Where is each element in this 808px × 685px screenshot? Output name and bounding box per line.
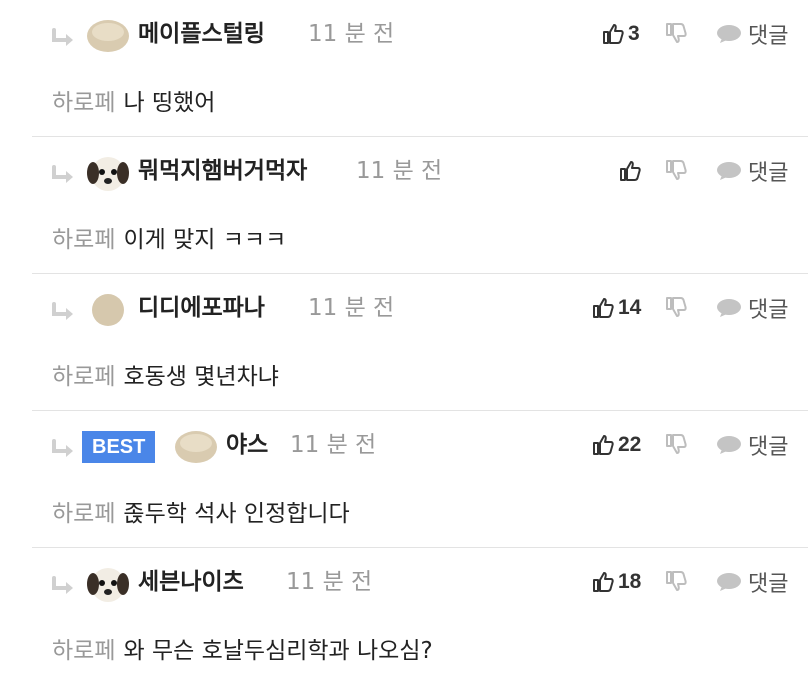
reply-button[interactable]: 댓글: [716, 16, 788, 52]
reply-button[interactable]: 댓글: [716, 290, 788, 326]
comment-text: 나 띵했어: [123, 90, 216, 116]
comment-header: 디디에포파나 11 분 전 14 댓글: [32, 274, 808, 344]
avatar[interactable]: [90, 290, 126, 330]
thumbs-up-icon: [593, 572, 614, 592]
comment-body: 하로페 이게 맞지 ㅋㅋㅋ: [52, 223, 286, 257]
thumbs-down-icon[interactable]: [665, 570, 687, 592]
avatar[interactable]: [86, 16, 130, 56]
thumbs-down-icon[interactable]: [665, 433, 687, 455]
thumbs-up-icon: [620, 161, 641, 181]
like-button[interactable]: 14: [592, 290, 641, 326]
comment-body: 하로페 졵두학 석사 인정합니다: [52, 497, 350, 531]
mention-writer[interactable]: 하로페: [52, 501, 115, 527]
thumbs-down-icon[interactable]: [665, 22, 687, 44]
comment-body: 하로페 나 띵했어: [52, 86, 215, 120]
thumbs-up-icon: [593, 435, 614, 455]
nickname[interactable]: 야스: [226, 427, 268, 463]
comment-header: BEST 야스 11 분 전 22 댓글: [32, 411, 808, 481]
comment-header: 메이플스털링 11 분 전 3 댓글: [32, 0, 808, 70]
reply-label: 댓글: [748, 161, 789, 186]
mention-writer[interactable]: 하로페: [52, 364, 115, 390]
thumbs-up-icon: [593, 298, 614, 318]
comment-body: 하로페 호동생 몇년차냐: [52, 360, 279, 394]
avatar[interactable]: [86, 153, 130, 193]
speech-bubble-icon: [717, 25, 741, 43]
speech-bubble-icon: [717, 299, 741, 317]
reply-label: 댓글: [748, 298, 789, 323]
reply-label: 댓글: [748, 572, 789, 597]
nickname[interactable]: 뭐먹지햄버거먹자: [138, 153, 307, 189]
nickname[interactable]: 디디에포파나: [138, 290, 265, 326]
speech-bubble-icon: [717, 162, 741, 180]
reply-arrow-icon: [52, 439, 73, 457]
reply-button[interactable]: 댓글: [716, 564, 788, 600]
avatar[interactable]: [174, 427, 218, 467]
mention-writer[interactable]: 하로페: [52, 90, 115, 116]
reply-arrow-icon: [52, 302, 73, 320]
thumbs-down-icon[interactable]: [665, 296, 687, 318]
like-button[interactable]: 3: [602, 16, 640, 52]
comment-text: 와 무슨 호날두심리학과 나오심?: [123, 638, 433, 664]
comment-item: 세븐나이츠 11 분 전 18 댓글 하로페 와 무슨 호날두심리학과 나오심?: [32, 548, 808, 685]
mention-writer[interactable]: 하로페: [52, 227, 115, 253]
reply-label: 댓글: [748, 435, 789, 460]
comment-item: 메이플스털링 11 분 전 3 댓글 하로페 나 띵했어: [32, 0, 808, 137]
reply-button[interactable]: 댓글: [716, 427, 788, 463]
comment-item: 디디에포파나 11 분 전 14 댓글 하로페 호동생 몇년차냐: [32, 274, 808, 411]
like-button[interactable]: 22: [592, 427, 641, 463]
timestamp: 11 분 전: [286, 569, 373, 595]
comment-text: 이게 맞지 ㅋㅋㅋ: [123, 227, 287, 253]
reply-arrow-icon: [52, 576, 73, 594]
comment-item: 뭐먹지햄버거먹자 11 분 전 댓글 하로페 이게 맞지 ㅋㅋㅋ: [32, 137, 808, 274]
timestamp: 11 분 전: [356, 158, 443, 184]
speech-bubble-icon: [717, 573, 741, 591]
nickname[interactable]: 메이플스털링: [138, 16, 265, 52]
speech-bubble-icon: [717, 436, 741, 454]
comment-text: 호동생 몇년차냐: [123, 364, 279, 390]
nickname[interactable]: 세븐나이츠: [138, 564, 244, 600]
comment-body: 하로페 와 무슨 호날두심리학과 나오심?: [52, 634, 433, 668]
reply-label: 댓글: [748, 24, 789, 49]
reply-arrow-icon: [52, 28, 73, 46]
reply-button[interactable]: 댓글: [716, 153, 788, 189]
timestamp: 11 분 전: [290, 432, 377, 458]
best-badge: BEST: [82, 431, 156, 463]
comment-header: 뭐먹지햄버거먹자 11 분 전 댓글: [32, 137, 808, 207]
avatar[interactable]: [86, 564, 130, 604]
thumbs-up-icon: [603, 24, 624, 44]
comment-item: BEST 야스 11 분 전 22 댓글 하로페 졵두학 석사 인정합니다: [32, 411, 808, 548]
timestamp: 11 분 전: [308, 21, 395, 47]
comment-text: 졵두학 석사 인정합니다: [123, 501, 350, 527]
like-count: 14: [618, 296, 642, 319]
like-button[interactable]: [619, 153, 645, 189]
thumbs-down-icon[interactable]: [665, 159, 687, 181]
timestamp: 11 분 전: [308, 295, 395, 321]
mention-writer[interactable]: 하로페: [52, 638, 115, 664]
like-count: 22: [618, 433, 642, 456]
like-count: 18: [618, 570, 642, 593]
like-count: 3: [628, 22, 640, 45]
comment-header: 세븐나이츠 11 분 전 18 댓글: [32, 548, 808, 618]
reply-arrow-icon: [52, 165, 73, 183]
like-button[interactable]: 18: [592, 564, 641, 600]
